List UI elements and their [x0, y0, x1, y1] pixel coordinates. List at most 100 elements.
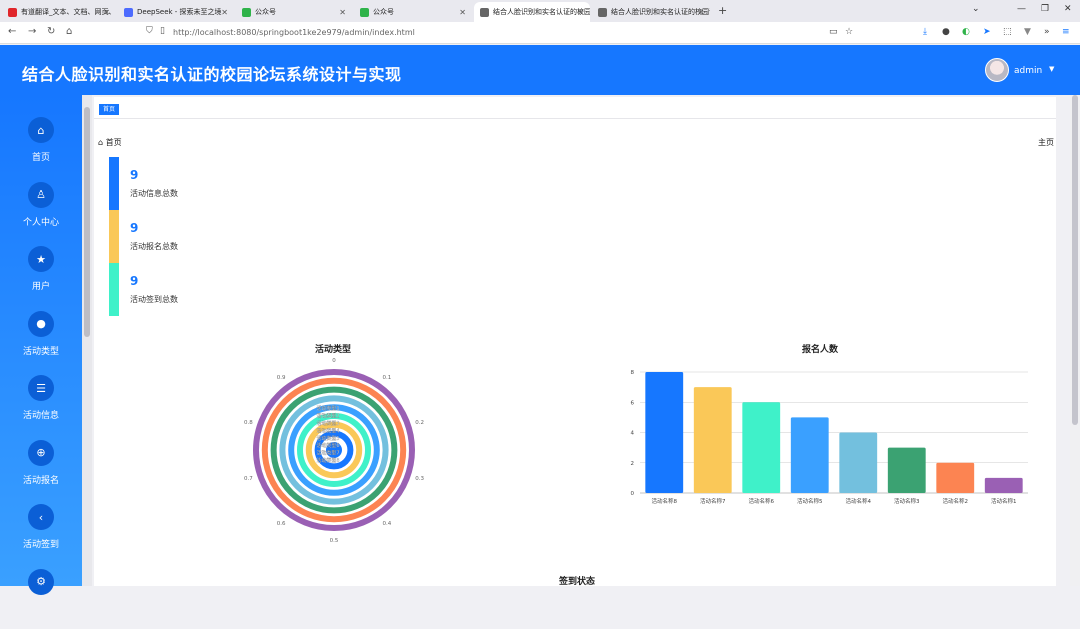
bookmark-star-icon[interactable]: ☆ — [845, 27, 853, 37]
sidebar: ⌂ 首页 ♙ 个人中心 ★ 用户 ● 活动类型 ☰ 活动信息 ⊕ 活动报名 ‹ 活动签到 ⚙ — [0, 95, 82, 595]
tab-title: 结合人脸识别和实名认证的校园… — [493, 8, 590, 16]
extension-1-icon[interactable]: ● — [942, 27, 950, 37]
more-tools-icon[interactable]: » — [1044, 27, 1050, 37]
avatar[interactable] — [985, 58, 1009, 82]
url-field[interactable]: http://localhost:8080/springboot1ke2e979… — [173, 28, 415, 37]
sidebar-item-6[interactable]: ⊕ 活动报名 — [0, 439, 82, 500]
bar-x-label: 活动名称5 — [797, 497, 823, 505]
home-icon: ⌂ — [28, 117, 54, 143]
shield-icon[interactable]: ⛉ — [146, 26, 153, 36]
menu-icon[interactable]: ≡ — [1062, 27, 1070, 37]
browser-tab[interactable]: 结合人脸识别和实名认证的校园论坛…✕ — [592, 2, 710, 22]
sidebar-item-label: 活动类型 — [22, 346, 59, 357]
user-name[interactable]: admin — [1014, 66, 1042, 76]
browser-tab[interactable]: 公众号 ✕ — [236, 2, 352, 22]
sidebar-item-2[interactable]: ♙ 个人中心 — [0, 181, 82, 242]
extension-2-icon[interactable]: ◐ — [962, 27, 970, 37]
reader-icon[interactable]: ▭ — [829, 27, 838, 37]
breadcrumb-right[interactable]: 主页 — [1038, 137, 1054, 148]
bar-活动名称5[interactable] — [790, 417, 829, 493]
minimize-button[interactable]: — — [1017, 4, 1026, 14]
user-settings-icon: ⚙ — [28, 568, 54, 595]
star-icon: ★ — [28, 246, 54, 272]
forward-icon[interactable]: → — [28, 26, 36, 37]
bar-x-label: 活动名称6 — [749, 497, 775, 505]
sidebar-scrollbar[interactable] — [82, 95, 92, 586]
bar-活动名称3[interactable] — [887, 447, 926, 493]
tab-favicon-icon — [598, 7, 607, 17]
restore-button[interactable]: ❐ — [1041, 4, 1049, 14]
app-title: 结合人脸识别和实名认证的校园论坛系统设计与实现 — [22, 65, 402, 84]
bar-活动名称1[interactable] — [984, 477, 1023, 493]
section-title-checkin-status: 签到状态 — [558, 577, 595, 587]
tab-close-icon[interactable]: ✕ — [577, 8, 584, 17]
stat-value: 9 — [130, 274, 139, 288]
stat-card-activity-info: 9 活动信息总数 — [109, 157, 229, 210]
address-bar: ← → ↻ ⌂ ⛉ ▯ http://localhost:8080/spring… — [0, 22, 1080, 44]
bar-chart: 0 2 4 6 8 活动名称8 活动名称7 活动名称6 活动名称5 活动名称4 活动名称3 活动名称2… — [631, 370, 1028, 505]
stat-accent — [109, 210, 119, 263]
bar-活动名称6[interactable] — [742, 402, 781, 493]
tab-title: 公众号 — [255, 8, 276, 16]
tab-title: DeepSeek - 探索未至之境 — [137, 8, 222, 16]
home-browser-icon[interactable]: ⌂ — [66, 26, 72, 37]
back-icon[interactable]: ← — [8, 26, 16, 37]
tab-favicon-icon — [8, 7, 17, 17]
polar-angle-tick: 0.4 — [383, 521, 392, 527]
tab-close-icon[interactable]: ✕ — [339, 8, 346, 17]
bar-x-label: 活动名称1 — [991, 497, 1017, 505]
browser-tab[interactable]: 有道翻译_文本、文档、网页、… ✕ — [2, 2, 116, 22]
tab-favicon-icon — [124, 7, 133, 17]
sidebar-item-4[interactable]: ● 活动类型 — [0, 310, 82, 371]
sidebar-item-3[interactable]: ★ 用户 — [0, 246, 82, 306]
sidebar-item-label: 活动签到 — [22, 540, 59, 550]
tab-close-icon[interactable]: ✕ — [459, 8, 466, 17]
stat-label: 活动报名总数 — [130, 242, 178, 251]
bar-活动名称4[interactable] — [839, 432, 878, 494]
bar-x-label: 活动名称3 — [894, 497, 920, 505]
list-icon: ☰ — [28, 375, 54, 401]
caret-down-icon[interactable]: ▼ — [1049, 65, 1054, 73]
sidebar-item-8[interactable]: ⚙ — [0, 568, 82, 629]
sidebar-item-label: 首页 — [31, 153, 50, 163]
extension-4-icon[interactable]: ⬚ — [1003, 27, 1012, 37]
bar-活动名称8[interactable] — [645, 372, 684, 493]
person-icon: ● — [28, 310, 54, 337]
polar-angle-tick: 0.7 — [244, 476, 253, 482]
page-scrollbar[interactable] — [1070, 95, 1080, 586]
bar-活动名称2[interactable] — [936, 462, 975, 493]
browser-tab[interactable]: DeepSeek - 探索未至之境 ✕ — [118, 2, 234, 22]
tag-home[interactable]: 首页 — [99, 104, 120, 115]
browser-tab[interactable]: 公众号 ✕ — [354, 2, 472, 22]
sidebar-item-1[interactable]: ⌂ 首页 — [0, 117, 82, 177]
sidebar-item-7[interactable]: ‹ 活动签到 — [0, 504, 82, 564]
tab-list-chevron-icon[interactable]: ⌄ — [972, 4, 980, 14]
stat-label: 活动信息总数 — [130, 189, 178, 198]
tab-close-icon[interactable]: ✕ — [103, 8, 110, 17]
download-icon[interactable]: ⤓ — [923, 27, 927, 37]
bar-y-tick: 6 — [631, 400, 635, 406]
browser-tab[interactable]: 结合人脸识别和实名认证的校园… ✕ — [474, 2, 590, 22]
bar-x-label: 活动名称4 — [846, 497, 872, 505]
tab-close-icon[interactable]: ✕ — [697, 8, 704, 17]
bar-y-tick: 0 — [631, 491, 635, 497]
new-tab-button[interactable]: + — [718, 4, 727, 17]
home-small-icon: ⌂ — [98, 138, 104, 147]
bar-活动名称7[interactable] — [693, 387, 732, 493]
reload-icon[interactable]: ↻ — [47, 26, 55, 37]
tab-close-icon[interactable]: ✕ — [221, 8, 228, 17]
polar-angle-tick: 0.8 — [244, 420, 253, 426]
polar-category-label: 活动类型5 — [316, 435, 339, 442]
breadcrumb-label[interactable]: 首页 — [106, 138, 122, 147]
polar-category-label: 活动类型4 — [316, 427, 339, 434]
sidebar-item-5[interactable]: ☰ 活动信息 — [0, 375, 82, 435]
polar-angle-tick: 0 — [332, 358, 336, 364]
extension-3-icon[interactable]: ➤ — [983, 27, 991, 37]
polar-category-label: 活动类型6 — [316, 442, 339, 449]
tab-title: 有道翻译_文本、文档、网页、… — [21, 8, 116, 16]
stat-label: 活动签到总数 — [130, 295, 178, 304]
app-header: 结合人脸识别和实名认证的校园论坛系统设计与实现 — [0, 45, 1080, 95]
polar-category-label: 活动类型8 — [316, 457, 339, 464]
close-window-button[interactable]: ✕ — [1064, 4, 1072, 14]
extension-5-icon[interactable]: ▼ — [1024, 27, 1031, 37]
